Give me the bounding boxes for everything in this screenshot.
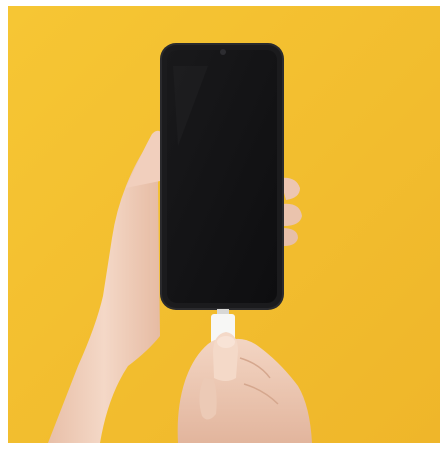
image-frame [0,0,447,449]
photo [8,6,440,443]
front-camera [220,49,226,55]
photo-illustration [8,6,440,443]
smartphone [160,43,284,310]
